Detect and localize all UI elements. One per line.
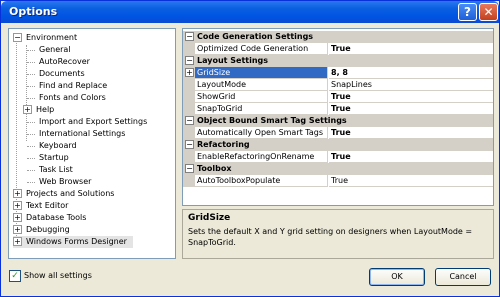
description-title: GridSize <box>188 213 231 223</box>
property-row[interactable]: EnableRefactoringOnRename True <box>183 151 493 163</box>
collapse-icon[interactable]: − <box>185 140 194 149</box>
options-dialog: Options ? ✕ − Environment General AutoRe… <box>0 0 500 297</box>
ok-button[interactable]: OK <box>369 268 425 286</box>
expand-icon[interactable]: + <box>13 201 22 210</box>
cancel-button[interactable]: Cancel <box>435 268 491 286</box>
tree-item-task-list[interactable]: Task List <box>39 164 73 176</box>
category-smart-tag[interactable]: − Object Bound Smart Tag Settings <box>183 115 493 127</box>
property-value[interactable]: True <box>329 175 493 187</box>
property-name: LayoutMode <box>195 79 328 91</box>
property-value[interactable]: SnapLines <box>329 79 493 91</box>
expand-icon[interactable]: + <box>185 68 194 77</box>
collapse-icon[interactable]: − <box>185 164 194 173</box>
property-name: AutoToolboxPopulate <box>195 175 328 187</box>
tree-item-fonts-and-colors[interactable]: Fonts and Colors <box>39 92 106 104</box>
help-button[interactable]: ? <box>458 3 477 21</box>
description-text: Sets the default X and Y grid setting on… <box>188 227 473 247</box>
property-value[interactable]: True <box>329 127 493 139</box>
expand-icon[interactable]: + <box>13 225 22 234</box>
property-name: EnableRefactoringOnRename <box>195 151 328 163</box>
property-name: Optimized Code Generation <box>195 43 328 55</box>
tree-item-general[interactable]: General <box>39 44 71 56</box>
close-button[interactable]: ✕ <box>479 3 498 21</box>
expand-icon[interactable]: + <box>23 105 32 114</box>
property-name: ShowGrid <box>195 91 328 103</box>
property-row[interactable]: ShowGrid True <box>183 91 493 103</box>
property-name: SnapToGrid <box>195 103 328 115</box>
tree-item-windows-forms-designer[interactable]: + Windows Forms Designer <box>13 236 133 248</box>
collapse-icon[interactable]: − <box>185 56 194 65</box>
property-value[interactable]: True <box>329 151 493 163</box>
property-description-panel: GridSize Sets the default X and Y grid s… <box>182 209 494 259</box>
property-row[interactable]: Automatically Open Smart Tags True <box>183 127 493 139</box>
property-value[interactable]: True <box>329 103 493 115</box>
collapse-icon[interactable]: − <box>185 116 194 125</box>
expand-icon[interactable]: + <box>13 237 22 246</box>
tree-item-web-browser[interactable]: Web Browser <box>39 176 91 188</box>
property-value[interactable]: True <box>329 91 493 103</box>
property-row[interactable]: LayoutMode SnapLines <box>183 79 493 91</box>
collapse-icon[interactable]: − <box>185 32 194 41</box>
property-name: GridSize <box>195 67 328 79</box>
window-title: Options <box>9 5 58 18</box>
property-row-gridsize[interactable]: + GridSize 8, 8 <box>183 67 493 79</box>
tree-item-find-and-replace[interactable]: Find and Replace <box>39 80 107 92</box>
tree-item-import-export-settings[interactable]: Import and Export Settings <box>39 116 147 128</box>
tree-item-documents[interactable]: Documents <box>39 68 85 80</box>
property-row[interactable]: SnapToGrid True <box>183 103 493 115</box>
category-refactoring[interactable]: − Refactoring <box>183 139 493 151</box>
property-row[interactable]: Optimized Code Generation True <box>183 43 493 55</box>
tree-item-startup[interactable]: Startup <box>39 152 69 164</box>
collapse-icon[interactable]: − <box>13 33 22 42</box>
show-all-checkbox[interactable]: ✓ <box>9 270 21 282</box>
property-value[interactable]: 8, 8 <box>329 67 493 79</box>
tree-item-international-settings[interactable]: International Settings <box>39 128 125 140</box>
property-value[interactable]: True <box>329 43 493 55</box>
category-code-generation[interactable]: − Code Generation Settings <box>183 31 493 43</box>
expand-icon[interactable]: + <box>13 189 22 198</box>
settings-tree[interactable]: − Environment General AutoRecover Docume… <box>8 28 176 259</box>
property-name: Automatically Open Smart Tags <box>195 127 328 139</box>
property-row[interactable]: AutoToolboxPopulate True <box>183 175 493 187</box>
tree-item-autorecover[interactable]: AutoRecover <box>39 56 90 68</box>
title-bar: Options ? ✕ <box>1 1 499 23</box>
category-layout[interactable]: − Layout Settings <box>183 55 493 67</box>
property-grid[interactable]: − Code Generation Settings Optimized Cod… <box>182 28 494 206</box>
expand-icon[interactable]: + <box>13 213 22 222</box>
category-toolbox[interactable]: − Toolbox <box>183 163 493 175</box>
show-all-label: Show all settings <box>24 271 92 280</box>
tree-item-keyboard[interactable]: Keyboard <box>39 140 77 152</box>
